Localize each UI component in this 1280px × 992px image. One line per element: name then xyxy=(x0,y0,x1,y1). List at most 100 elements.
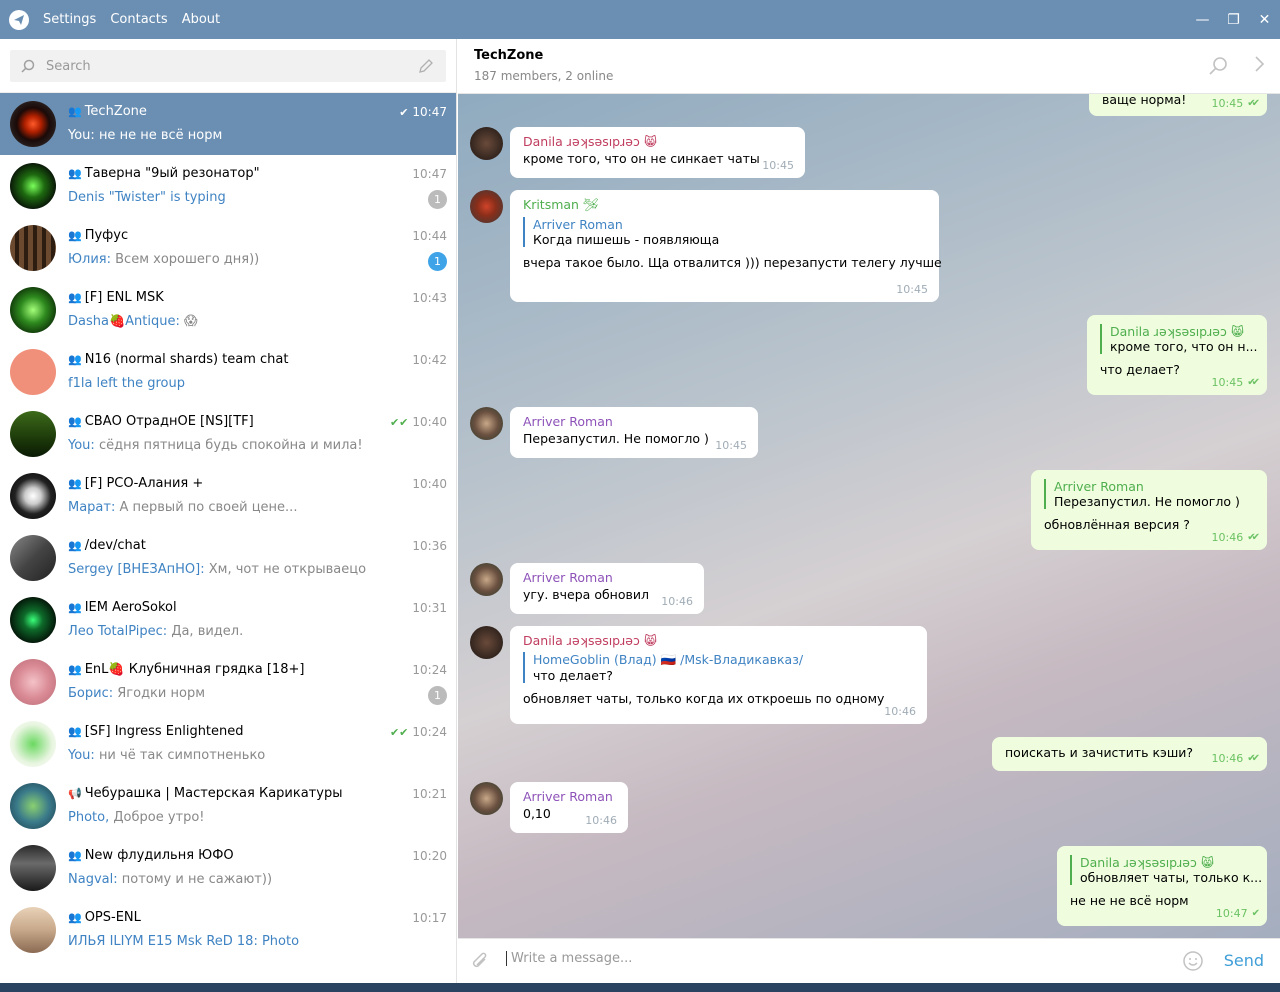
menu-settings[interactable]: Settings xyxy=(43,12,96,27)
reply-quote[interactable]: Danila ɹǝʞsǝsıpɹǝɔ 😸 кроме того, что он … xyxy=(1100,324,1258,354)
unread-badge: 1 xyxy=(428,252,447,271)
chevron-right-icon[interactable] xyxy=(1254,54,1266,79)
chat-title: New флудильня ЮФО xyxy=(84,848,234,863)
message-text: вчера такое было. Ща отвалится ))) перез… xyxy=(523,255,942,270)
chat-title: /dev/chat xyxy=(84,538,146,553)
group-icon: 👥 xyxy=(68,539,82,552)
group-icon: 👥 xyxy=(68,725,82,738)
os-taskbar xyxy=(0,983,1280,992)
menu-contacts[interactable]: Contacts xyxy=(110,12,167,27)
chat-title: Таверна "9ый резонатор" xyxy=(84,166,260,181)
chat-row-n16[interactable]: 👥 N16 (normal shards) team chat 10:42 f1l… xyxy=(0,341,456,403)
chat-title: IEM AeroSokol xyxy=(84,600,177,615)
search-input[interactable] xyxy=(46,58,446,74)
chat-header-subtitle: 187 members, 2 online xyxy=(474,69,614,83)
chat-row-svao[interactable]: 👥 СВАО ОтраднОЕ [NS][TF] ✔✔ 10:40 You: сёд… xyxy=(0,403,456,465)
message-incoming[interactable]: Kritsman 🛩 Arriver Roman Когда пишешь - … xyxy=(510,190,942,302)
chat-row-techzone[interactable]: 👥 TechZone ✔ 10:47 You: не не не всё норм xyxy=(0,93,456,155)
message-input[interactable] xyxy=(506,951,1166,966)
chat-row-sf-ingress[interactable]: 👥 [SF] Ingress Enlightened ✔✔ 10:24 You: н… xyxy=(0,713,456,775)
avatar[interactable] xyxy=(470,407,503,440)
message-incoming[interactable]: Arriver Roman Перезапустил. Не помогло )… xyxy=(510,407,758,458)
chat-row-pufus[interactable]: 👥 Пуфус 10:44 Юлия: Всем хорошего дня)) 1 xyxy=(0,217,456,279)
chat-time: 10:44 xyxy=(412,229,447,243)
paperclip-icon[interactable] xyxy=(470,950,490,977)
close-button[interactable]: ✕ xyxy=(1249,0,1280,39)
read-check-icon: ✔ xyxy=(399,105,409,119)
message-outgoing[interactable]: ваще норма! 10:45 ✔✔ xyxy=(1089,94,1267,116)
chat-row-rso-alania[interactable]: 👥 [F] РСО-Алания + 10:40 Марат: А первый … xyxy=(0,465,456,527)
avatar xyxy=(10,659,56,705)
chat-row-dev-chat[interactable]: 👥/dev/chat 10:36 Sergey [ВНЕЗАпНО]: Хм, … xyxy=(0,527,456,589)
message-incoming[interactable]: Danila ɹǝʞsǝsıpɹǝɔ 😸 HomeGoblin (Влад) 🇷… xyxy=(510,626,927,724)
group-icon: 👥 xyxy=(68,167,82,180)
compose-icon[interactable] xyxy=(418,58,434,78)
avatar[interactable] xyxy=(470,782,503,815)
chat-row-ops-enl[interactable]: 👥 OPS-ENL 10:17 ИЛЬЯ ILIYM E15 Msk ReD 18… xyxy=(0,899,456,961)
avatar[interactable] xyxy=(470,127,503,160)
emoji-icon[interactable] xyxy=(1182,950,1204,976)
chat-header[interactable]: TechZone 187 members, 2 online xyxy=(458,39,1280,94)
chat-time: 10:20 xyxy=(412,849,447,863)
message-outgoing[interactable]: Arriver Roman Перезапустил. Не помогло )… xyxy=(1031,470,1267,550)
send-button[interactable]: Send xyxy=(1224,951,1264,970)
chat-preview: Лео TotalPipec: Да, видел. xyxy=(68,624,244,639)
group-icon: 👥 xyxy=(68,353,82,366)
group-icon: 👥 xyxy=(68,229,82,242)
chat-row-taverna[interactable]: 👥 Таверна "9ый резонатор" 10:47 Denis "Tw… xyxy=(0,155,456,217)
message-incoming[interactable]: Danila ɹǝʞsǝsıpɹǝɔ 😸 кроме того, что он … xyxy=(510,127,805,178)
group-icon: 👥 xyxy=(68,849,82,862)
message-sender[interactable]: Arriver Roman xyxy=(523,570,691,585)
chat-row-enl-msk[interactable]: 👥 [F] ENL MSK 10:43 Dasha🍓Antique: 😱 xyxy=(0,279,456,341)
chat-row-new-fludilnya[interactable]: 👥 New флудильня ЮФО 10:20 Nagval: потому … xyxy=(0,837,456,899)
maximize-button[interactable]: ❐ xyxy=(1218,0,1249,39)
chat-time: 10:24 xyxy=(412,663,447,677)
chat-title: [F] ENL MSK xyxy=(84,290,164,305)
message-text: кроме того, что он не синкает чаты xyxy=(523,151,760,166)
message-history[interactable]: ваще норма! 10:45 ✔✔ Danila ɹǝʞsǝsıpɹǝɔ 😸… xyxy=(458,94,1280,938)
channel-icon: 📢 xyxy=(68,787,82,800)
reply-quote[interactable]: Arriver Roman Перезапустил. Не помогло ) xyxy=(1044,479,1254,509)
message-sender[interactable]: Danila ɹǝʞsǝsıpɹǝɔ 😸 xyxy=(523,134,792,149)
chat-title: OPS-ENL xyxy=(84,910,141,925)
avatar xyxy=(10,287,56,333)
search-icon xyxy=(10,59,46,73)
message-time: 10:45 xyxy=(762,159,794,172)
chat-row-iem-aerosokol[interactable]: 👥 IEM AeroSokol 10:31 Лео TotalPipec: Да,… xyxy=(0,589,456,651)
message-sender[interactable]: Arriver Roman xyxy=(523,414,745,429)
message-incoming[interactable]: Arriver Roman угу. вчера обновил 10:46 xyxy=(510,563,704,614)
chat-row-cheburashka[interactable]: 📢 Чебурашка | Мастерская Карикатуры 10:21… xyxy=(0,775,456,837)
reply-quote[interactable]: Danila ɹǝʞsǝsıpɹǝɔ 😸 обновляет чаты, тол… xyxy=(1070,855,1262,885)
message-text: не не не всё норм xyxy=(1070,893,1189,908)
message-text: Перезапустил. Не помогло ) xyxy=(523,431,709,446)
message-time: 10:46 xyxy=(585,814,617,827)
chat-row-enl-klubnichnaya[interactable]: 👥 EnL🍓 Клубничная грядка [18+] 10:24 Бори… xyxy=(0,651,456,713)
message-outgoing[interactable]: Danila ɹǝʞsǝsıpɹǝɔ 😸 кроме того, что он … xyxy=(1087,315,1267,395)
avatar xyxy=(10,845,56,891)
chat-time: 10:31 xyxy=(412,601,447,615)
avatar[interactable] xyxy=(470,626,503,659)
search-icon[interactable] xyxy=(1208,56,1228,80)
message-incoming[interactable]: Arriver Roman 0,10 10:46 xyxy=(510,782,628,833)
unread-badge: 1 xyxy=(428,190,447,209)
avatar[interactable] xyxy=(470,563,503,596)
reply-quote[interactable]: Arriver Roman Когда пишешь - появляюща xyxy=(523,217,926,247)
read-check-icon: ✔✔ xyxy=(1247,98,1260,109)
avatar[interactable] xyxy=(470,190,503,223)
message-sender[interactable]: Kritsman 🛩 xyxy=(523,197,926,213)
avatar xyxy=(10,349,56,395)
message-outgoing[interactable]: Danila ɹǝʞsǝsıpɹǝɔ 😸 обновляет чаты, тол… xyxy=(1057,846,1267,926)
message-composer: Send xyxy=(458,938,1280,983)
reply-quote[interactable]: HomeGoblin (Влад) 🇷🇺 /Msk-Владикавказ/ ч… xyxy=(523,652,914,683)
chat-header-title: TechZone xyxy=(474,48,544,63)
avatar xyxy=(10,907,56,953)
message-outgoing[interactable]: поискать и зачистить кэши? 10:46 ✔✔ xyxy=(992,737,1267,771)
chat-preview: Denis "Twister" is typing xyxy=(68,190,226,205)
chat-preview: Sergey [ВНЕЗАпНО]: Хм, чот не открываецо xyxy=(68,562,367,577)
chat-preview: f1la left the group xyxy=(68,376,185,391)
minimize-button[interactable]: — xyxy=(1187,0,1218,39)
message-sender[interactable]: Danila ɹǝʞsǝsıpɹǝɔ 😸 xyxy=(523,633,914,648)
message-sender[interactable]: Arriver Roman xyxy=(523,789,615,804)
menu-about[interactable]: About xyxy=(182,12,220,27)
chat-time: 10:47 xyxy=(412,167,447,181)
